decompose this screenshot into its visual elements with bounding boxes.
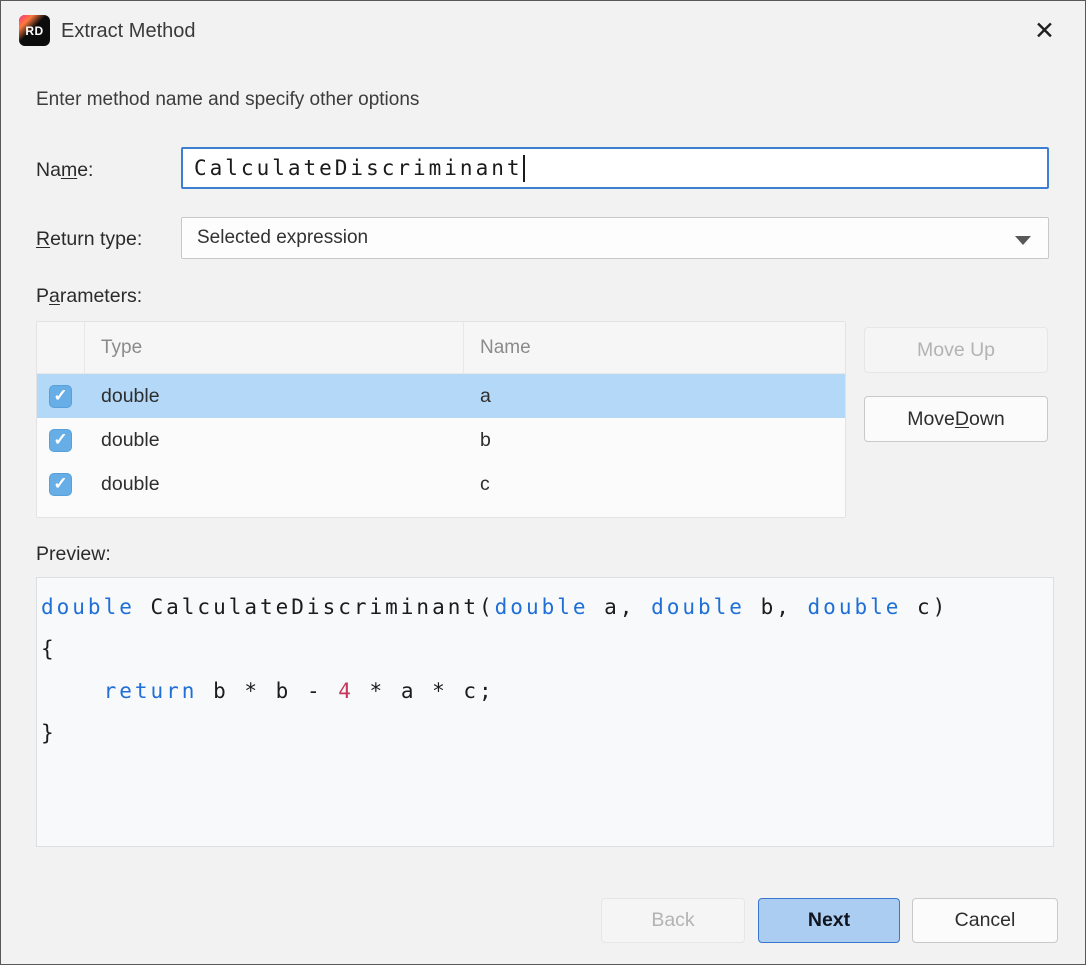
preview-label: Preview: [36,543,111,566]
return-type-label-mnemonic: R [36,228,50,250]
move-up-button[interactable]: Move Up [864,327,1048,373]
table-row-a[interactable]: ✓ double a [37,374,845,418]
row-b-check-cell: ✓ [37,429,85,452]
parameters-label: Parameters: [36,285,142,308]
name-label: Name: [36,159,93,182]
keyword-double: double [495,595,589,619]
row-a-name: a [464,385,845,408]
code-line-3: return b * b - 4 * a * c; [41,670,1045,712]
return-type-select[interactable]: Selected expression [181,217,1049,259]
method-name-value: CalculateDiscriminant [194,156,523,180]
code-line-1: double CalculateDiscriminant(double a, d… [41,586,1045,628]
row-b-name: b [464,429,845,452]
keyword-double: double [41,595,135,619]
row-b-type: double [85,429,464,452]
move-down-button[interactable]: Move Down [864,396,1048,442]
extract-method-dialog: RD Extract Method ✕ Enter method name an… [0,0,1086,965]
parameters-label-pre: P [36,285,49,307]
code-line-4: } [41,712,1045,754]
keyword-return: return [104,679,198,703]
return-type-label: Return type: [36,228,142,251]
row-c-checkbox[interactable]: ✓ [49,473,72,496]
rider-app-icon: RD [19,15,50,46]
code-indent [41,679,104,703]
parameters-label-post: rameters: [60,285,142,307]
code-text: b * b - [197,679,338,703]
move-down-mnemonic: D [955,408,969,431]
code-line-2: { [41,628,1045,670]
move-down-pre: Move [907,408,955,431]
number-literal: 4 [338,679,354,703]
back-button[interactable]: Back [601,898,745,943]
code-text: c) [901,595,948,619]
text-caret [523,155,525,182]
row-a-type: double [85,385,464,408]
return-type-label-post: eturn type: [50,228,142,250]
rider-app-icon-text: RD [25,24,43,38]
row-c-check-cell: ✓ [37,473,85,496]
cancel-button[interactable]: Cancel [912,898,1058,943]
table-row-b[interactable]: ✓ double b [37,418,845,462]
name-label-mnemonic: m [61,159,77,181]
row-c-type: double [85,473,464,496]
close-icon[interactable]: ✕ [1034,16,1055,46]
header-checkbox-column [37,322,85,373]
code-text: a, [589,595,652,619]
code-text: b, [745,595,808,619]
name-label-post: e: [77,159,93,181]
return-type-value: Selected expression [197,227,368,249]
move-down-post: own [969,408,1005,431]
header-name-column: Name [464,322,845,373]
parameters-table-header: Type Name [37,322,845,374]
keyword-double: double [808,595,902,619]
name-label-pre: Na [36,159,61,181]
row-a-checkbox[interactable]: ✓ [49,385,72,408]
code-text: * a * c; [354,679,495,703]
chevron-down-icon [1015,236,1031,245]
table-row-c[interactable]: ✓ double c [37,462,845,506]
dialog-subtitle: Enter method name and specify other opti… [36,89,419,111]
row-a-check-cell: ✓ [37,385,85,408]
next-button[interactable]: Next [758,898,900,943]
method-name-input[interactable]: CalculateDiscriminant [181,147,1049,189]
row-b-checkbox[interactable]: ✓ [49,429,72,452]
code-text: CalculateDiscriminant( [135,595,495,619]
keyword-double: double [651,595,745,619]
code-preview: double CalculateDiscriminant(double a, d… [36,577,1054,847]
row-c-name: c [464,473,845,496]
header-type-column: Type [85,322,464,373]
parameters-label-mnemonic: a [49,285,60,307]
dialog-title: Extract Method [61,20,196,43]
parameters-table: Type Name ✓ double a ✓ double b ✓ double… [36,321,846,518]
